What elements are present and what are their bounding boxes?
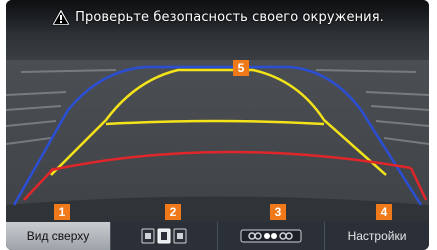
- marker-1: 1: [54, 204, 70, 220]
- warning-banner: Проверьте безопасность своего окружения.: [6, 0, 429, 34]
- settings-button[interactable]: Настройки: [325, 222, 429, 250]
- camera-view-toggle-icon: [141, 227, 187, 245]
- bottom-toolbar: Вид сверху Настройки: [6, 222, 429, 250]
- top-view-label: Вид сверху: [26, 229, 90, 243]
- top-view-button[interactable]: Вид сверху: [6, 222, 110, 250]
- parking-sensor-button[interactable]: [218, 222, 324, 250]
- rear-camera-screen: Проверьте безопасность своего окружения.…: [6, 0, 429, 250]
- warning-triangle-icon: [51, 8, 71, 26]
- camera-view-toggle-button[interactable]: [111, 222, 217, 250]
- settings-label: Настройки: [347, 229, 407, 243]
- marker-4: 4: [376, 204, 392, 220]
- warning-text: Проверьте безопасность своего окружения.: [75, 9, 384, 25]
- marker-2: 2: [165, 204, 181, 220]
- parking-sensor-icon: [240, 228, 302, 244]
- marker-5: 5: [233, 60, 249, 76]
- marker-3: 3: [270, 204, 286, 220]
